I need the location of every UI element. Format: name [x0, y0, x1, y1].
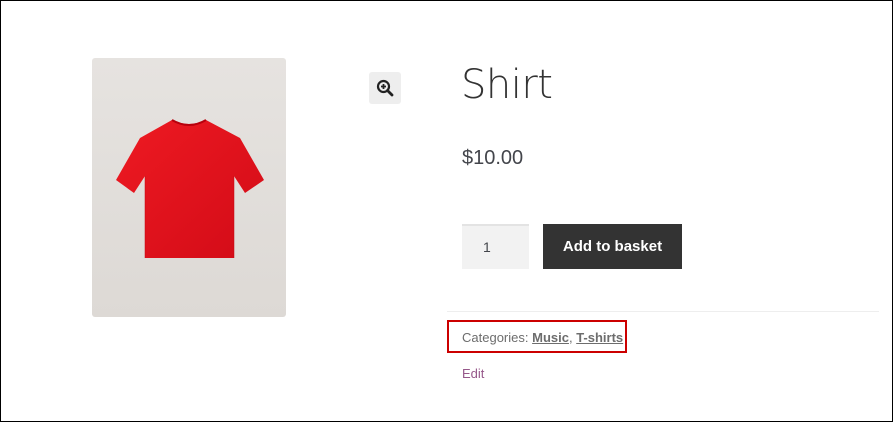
categories-label: Categories:: [462, 330, 529, 345]
quantity-input-shade: [462, 224, 529, 226]
zoom-button[interactable]: [369, 72, 401, 104]
product-image[interactable]: [92, 58, 286, 317]
add-to-basket-button[interactable]: Add to basket: [543, 224, 682, 269]
red-tshirt-image: [116, 119, 264, 258]
category-link-t-shirts[interactable]: T-shirts: [576, 330, 623, 345]
zoom-in-icon: [376, 79, 394, 97]
divider: [447, 311, 879, 312]
category-link-music[interactable]: Music: [532, 330, 569, 345]
page-frame: Shirt $10.00 Add to basket Categories: M…: [0, 0, 893, 422]
edit-link[interactable]: Edit: [462, 366, 484, 381]
quantity-input[interactable]: [462, 224, 529, 269]
category-separator: ,: [568, 330, 573, 345]
product-categories: Categories: Music, T-shirts: [462, 330, 623, 345]
product-title: Shirt: [461, 62, 553, 108]
product-price: $10.00: [462, 147, 524, 169]
